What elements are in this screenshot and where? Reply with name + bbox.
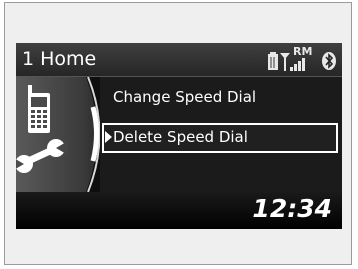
menu-item-delete-speed-dial[interactable]: Delete Speed Dial bbox=[113, 128, 248, 146]
category-panel bbox=[16, 77, 100, 192]
phone-settings-icon bbox=[16, 77, 100, 192]
display-screen: 1 Home RM Change Speed Dial Delete Speed… bbox=[16, 43, 342, 229]
footer-bar: 12:34 bbox=[16, 192, 342, 229]
status-icons: RM bbox=[268, 45, 338, 73]
header-bar: 1 Home RM bbox=[16, 43, 342, 77]
bluetooth-icon bbox=[322, 52, 336, 70]
screen-title: 1 Home bbox=[22, 48, 97, 70]
menu-item-change-speed-dial[interactable]: Change Speed Dial bbox=[113, 88, 256, 106]
menu-area: Change Speed Dial Delete Speed Dial bbox=[16, 77, 342, 192]
roaming-indicator: RM bbox=[293, 45, 313, 58]
phone-battery-icon bbox=[268, 52, 278, 70]
selection-arrow-icon bbox=[105, 131, 112, 143]
clock: 12:34 bbox=[252, 194, 332, 223]
